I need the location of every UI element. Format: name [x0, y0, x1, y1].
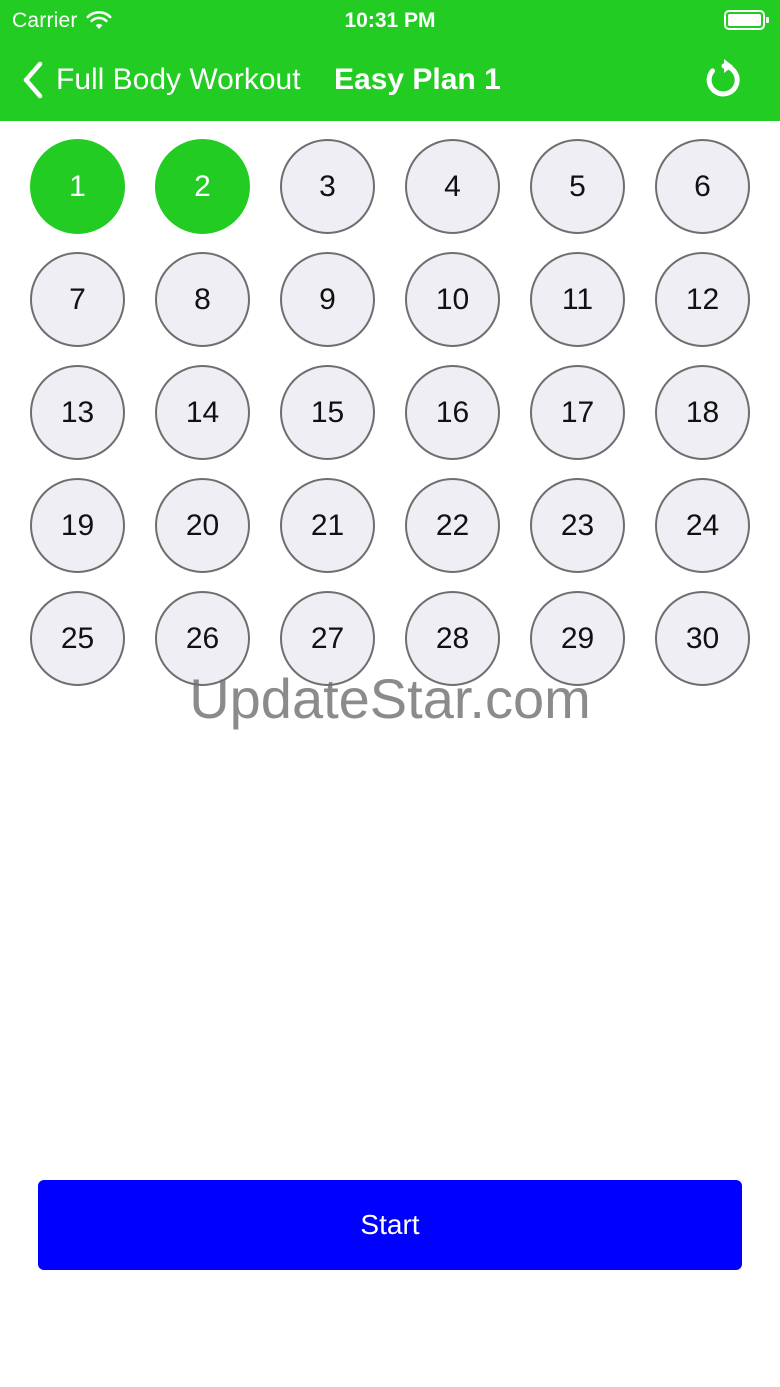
- day-button-29[interactable]: 29: [530, 591, 625, 686]
- day-button-11[interactable]: 11: [530, 252, 625, 347]
- day-button-4[interactable]: 4: [405, 139, 500, 234]
- reset-button[interactable]: [704, 58, 744, 100]
- day-button-24[interactable]: 24: [655, 478, 750, 573]
- day-button-16[interactable]: 16: [405, 365, 500, 460]
- day-button-5[interactable]: 5: [530, 139, 625, 234]
- day-button-12[interactable]: 12: [655, 252, 750, 347]
- day-button-28[interactable]: 28: [405, 591, 500, 686]
- chevron-left-icon: [23, 61, 43, 99]
- day-button-23[interactable]: 23: [530, 478, 625, 573]
- day-button-13[interactable]: 13: [30, 365, 125, 460]
- day-button-30[interactable]: 30: [655, 591, 750, 686]
- page-title: Easy Plan 1: [334, 63, 501, 96]
- day-button-21[interactable]: 21: [280, 478, 375, 573]
- day-button-18[interactable]: 18: [655, 365, 750, 460]
- day-button-8[interactable]: 8: [155, 252, 250, 347]
- day-button-17[interactable]: 17: [530, 365, 625, 460]
- day-button-15[interactable]: 15: [280, 365, 375, 460]
- day-button-14[interactable]: 14: [155, 365, 250, 460]
- status-time: 10:31 PM: [344, 9, 436, 32]
- day-button-9[interactable]: 9: [280, 252, 375, 347]
- nav-header: Carrier 10:31 PM Full Body Workout Easy …: [0, 0, 780, 121]
- refresh-icon: [706, 59, 740, 97]
- back-label: Full Body Workout: [56, 63, 301, 96]
- day-button-25[interactable]: 25: [30, 591, 125, 686]
- day-button-20[interactable]: 20: [155, 478, 250, 573]
- battery-icon: [724, 10, 769, 30]
- day-button-7[interactable]: 7: [30, 252, 125, 347]
- start-button[interactable]: Start: [38, 1180, 742, 1270]
- day-grid: 1 2 3 4 5 6 7 8 9 10 11 12 13 14 15 16 17 18 19 20 21 22 23 24 2…: [30, 139, 750, 686]
- day-button-1[interactable]: 1: [30, 139, 125, 234]
- day-button-10[interactable]: 10: [405, 252, 500, 347]
- day-button-2[interactable]: 2: [155, 139, 250, 234]
- day-button-27[interactable]: 27: [280, 591, 375, 686]
- day-button-19[interactable]: 19: [30, 478, 125, 573]
- day-button-3[interactable]: 3: [280, 139, 375, 234]
- back-button[interactable]: Full Body Workout: [22, 58, 301, 102]
- day-button-26[interactable]: 26: [155, 591, 250, 686]
- day-button-22[interactable]: 22: [405, 478, 500, 573]
- day-button-6[interactable]: 6: [655, 139, 750, 234]
